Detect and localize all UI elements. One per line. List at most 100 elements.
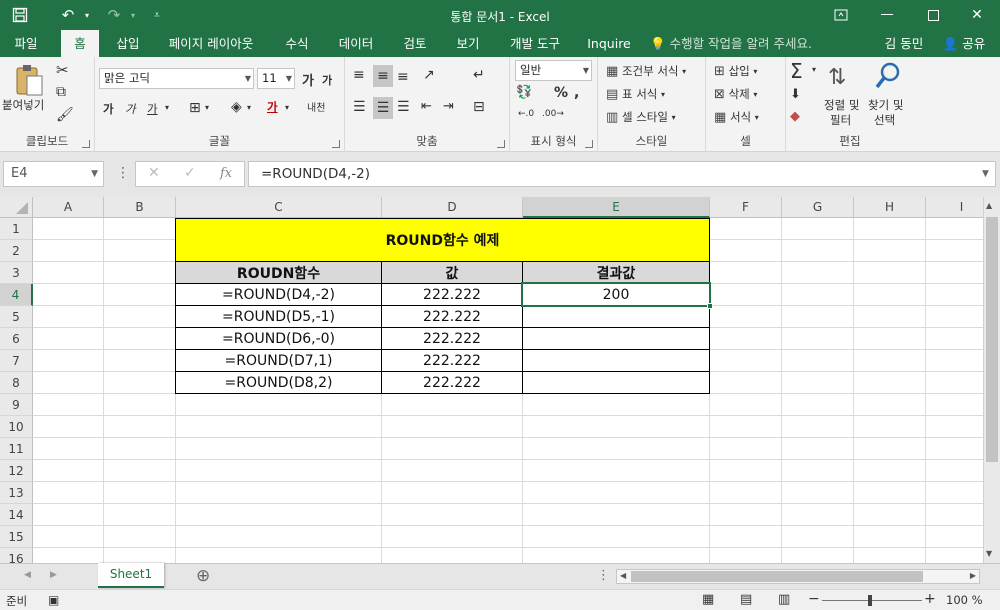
tab-inquire[interactable]: Inquire [582,30,636,57]
result-cell[interactable]: 200 [522,283,710,306]
merge-center-icon[interactable]: ⊟ [473,99,485,115]
orientation-icon[interactable]: ↗ [423,67,435,83]
result-cell[interactable] [522,349,710,372]
scroll-right-icon[interactable]: ▶ [970,571,976,580]
number-launcher-icon[interactable] [585,140,593,148]
maximize-icon[interactable] [910,0,956,30]
find-select-label-2[interactable]: 선택 [874,112,895,128]
tab-home[interactable]: 홈 [61,30,99,57]
row-header-10[interactable]: 10 [0,416,33,438]
tab-insert[interactable]: 삽입 [108,30,148,57]
row-header-1[interactable]: 1 [0,218,33,240]
scroll-left-icon[interactable]: ◀ [620,571,626,580]
normal-view-icon[interactable]: ▦ [702,592,714,607]
phonetic-button[interactable]: 내천 [307,99,325,114]
align-middle-icon[interactable]: ≡ [373,65,393,87]
zoom-slider[interactable] [822,600,922,601]
formula-text-cell[interactable]: =ROUND(D8,2) [175,371,382,394]
bold-button[interactable]: 가 [103,101,114,117]
select-all-button[interactable] [0,197,33,218]
tell-me-box[interactable]: 💡 수행할 작업을 알려 주세요. [650,30,830,57]
fill-icon[interactable]: ⬇ [790,87,801,102]
tab-formulas[interactable]: 수식 [274,30,320,57]
font-size-combo[interactable]: 11 ▼ [257,68,295,89]
decrease-indent-icon[interactable]: ⇤ [421,99,432,114]
value-cell[interactable]: 222.222 [381,349,523,372]
expand-formula-icon[interactable]: ▼ [982,169,989,179]
zoom-slider-thumb[interactable] [868,595,872,606]
increase-decimal-icon[interactable]: ←.0 [518,109,534,119]
next-sheet-icon[interactable]: ▶ [50,570,57,580]
table-header-cell[interactable]: 값 [381,261,523,284]
insert-cells-button[interactable]: ⊞ 삽입 ▾ [714,63,757,79]
tab-file[interactable]: 파일 [0,30,52,57]
column-header-h[interactable]: H [854,197,926,218]
scroll-down-icon[interactable]: ▼ [986,549,992,558]
border-icon[interactable]: ⊞ [189,100,201,116]
row-header-4[interactable]: 4 [0,284,33,306]
cell-styles-button[interactable]: ▥ 셀 스타일 ▾ [606,109,676,125]
alignment-launcher-icon[interactable] [497,140,505,148]
zoom-level[interactable]: 100 % [946,593,983,607]
align-left-icon[interactable]: ☰ [353,99,366,115]
row-header-16[interactable]: 16 [0,548,33,563]
autosum-icon[interactable]: Σ [790,59,803,83]
fill-handle[interactable] [707,303,713,309]
column-header-i[interactable]: I [926,197,983,218]
tab-data[interactable]: 데이터 [330,30,382,57]
zoom-out-icon[interactable]: − [808,591,820,607]
table-header-cell[interactable]: 결과값 [522,261,710,284]
page-layout-view-icon[interactable]: ▤ [740,592,752,607]
sort-filter-label-1[interactable]: 정렬 및 [824,97,859,113]
format-as-table-button[interactable]: ▤ 표 서식 ▾ [606,86,665,102]
macro-record-icon[interactable]: ▣ [48,593,59,607]
value-cell[interactable]: 222.222 [381,371,523,394]
horizontal-scrollbar[interactable]: ◀ ▶ [616,569,980,584]
row-header-6[interactable]: 6 [0,328,33,350]
clear-icon[interactable]: ◆ [790,109,800,124]
formula-input[interactable]: =ROUND(D4,-2) [248,161,996,187]
close-icon[interactable]: ✕ [954,0,1000,30]
column-header-e[interactable]: E [523,197,710,218]
prev-sheet-icon[interactable]: ◀ [24,570,31,580]
result-cell[interactable] [522,305,710,328]
row-header-3[interactable]: 3 [0,262,33,284]
italic-button[interactable]: 가 [125,101,136,117]
vertical-scrollbar[interactable]: ▲ ▼ [983,197,1000,563]
result-cell[interactable] [522,371,710,394]
row-header-8[interactable]: 8 [0,372,33,394]
fill-dropdown-icon[interactable]: ▾ [247,103,251,112]
format-cells-button[interactable]: ▦ 서식 ▾ [714,109,759,125]
share-button[interactable]: 👤 공유 [934,30,994,57]
sort-filter-label-2[interactable]: 필터 [830,112,851,128]
column-header-b[interactable]: B [104,197,176,218]
value-cell[interactable]: 222.222 [381,305,523,328]
insert-function-button[interactable]: fx [220,166,232,181]
vertical-scroll-thumb[interactable] [986,217,998,462]
row-header-2[interactable]: 2 [0,240,33,262]
underline-dropdown-icon[interactable]: ▾ [165,103,169,112]
table-header-cell[interactable]: ROUDN함수 [175,261,382,284]
formula-text-cell[interactable]: =ROUND(D7,1) [175,349,382,372]
paste-button[interactable]: 붙여넣기 [2,97,44,113]
table-title-cell[interactable]: ROUND함수 예제 [175,218,710,262]
result-cell[interactable] [522,327,710,350]
tab-review[interactable]: 검토 [392,30,438,57]
user-name[interactable]: 김 동민 [876,30,932,57]
tab-developer[interactable]: 개발 도구 [498,30,572,57]
add-sheet-icon[interactable]: ⊕ [196,566,210,586]
format-painter-icon[interactable]: 🖌 [56,107,74,123]
more-options-icon[interactable]: ⋮ [116,165,130,181]
row-header-5[interactable]: 5 [0,306,33,328]
zoom-in-icon[interactable]: + [924,591,936,607]
shrink-font-button[interactable]: 가 [322,72,332,88]
grow-font-button[interactable]: 가 [302,70,314,89]
row-header-9[interactable]: 9 [0,394,33,416]
formula-text-cell[interactable]: =ROUND(D4,-2) [175,283,382,306]
currency-icon[interactable]: 💱 [516,85,532,100]
align-right-icon[interactable]: ☰ [397,99,410,115]
ribbon-display-icon[interactable] [818,0,864,30]
font-color-button[interactable]: 가 [267,99,278,115]
decrease-decimal-icon[interactable]: .00→ [542,109,564,119]
row-header-15[interactable]: 15 [0,526,33,548]
